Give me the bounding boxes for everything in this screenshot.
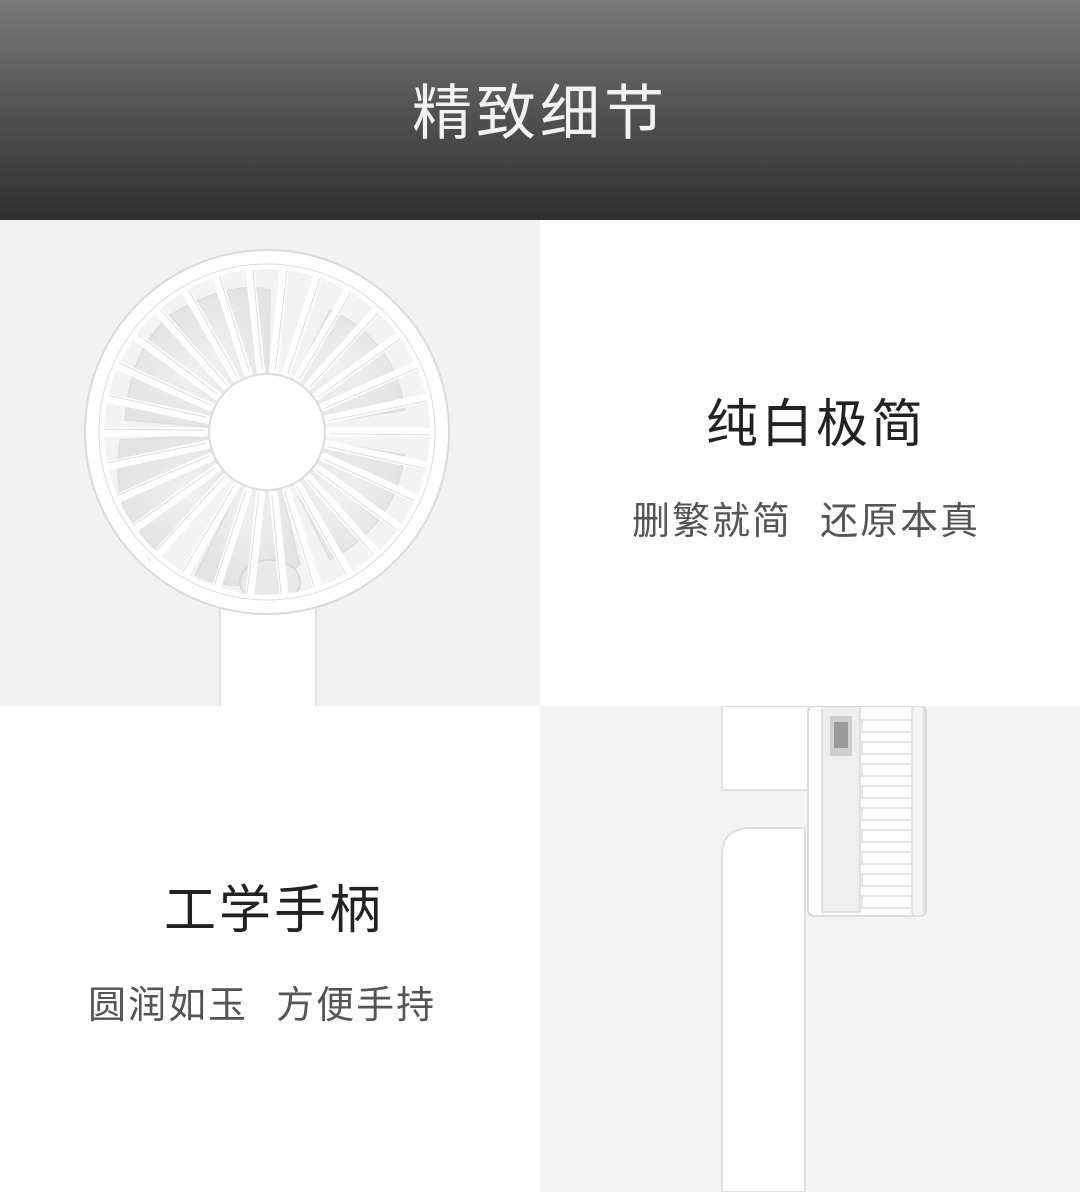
fan-front-image xyxy=(0,220,540,706)
feature-title: 纯白极简 xyxy=(706,395,927,455)
fan-side-illustration xyxy=(721,706,927,1192)
side-rib xyxy=(861,807,913,821)
side-rib xyxy=(861,895,913,909)
side-rib xyxy=(861,829,913,843)
feature-subtitle: 圆润如玉 方便手持 xyxy=(88,983,437,1027)
section-banner: 精致细节 xyxy=(0,0,1080,220)
feature-block-handle: 工学手柄 圆润如玉 方便手持 xyxy=(0,706,540,1192)
side-rib xyxy=(861,873,913,887)
banner-title: 精致细节 xyxy=(412,78,668,149)
feature-subtitle: 删繁就简 还原本真 xyxy=(632,499,981,543)
fan-side-image xyxy=(540,706,1080,1192)
side-rib xyxy=(861,741,913,755)
feature-block-minimal: 纯白极简 删繁就简 还原本真 xyxy=(540,220,1080,706)
feature-title: 工学手柄 xyxy=(164,881,385,941)
product-detail-page: 精致细节 纯白极简 删繁就简 还原本真 工学手柄 圆润如玉 方便手持 xyxy=(0,0,1080,1192)
side-rib xyxy=(861,763,913,777)
side-rib xyxy=(861,719,913,733)
fan-side-grille xyxy=(861,719,913,909)
side-rib xyxy=(861,785,913,799)
fan-front-illustration xyxy=(84,249,450,706)
side-rib xyxy=(861,851,913,865)
